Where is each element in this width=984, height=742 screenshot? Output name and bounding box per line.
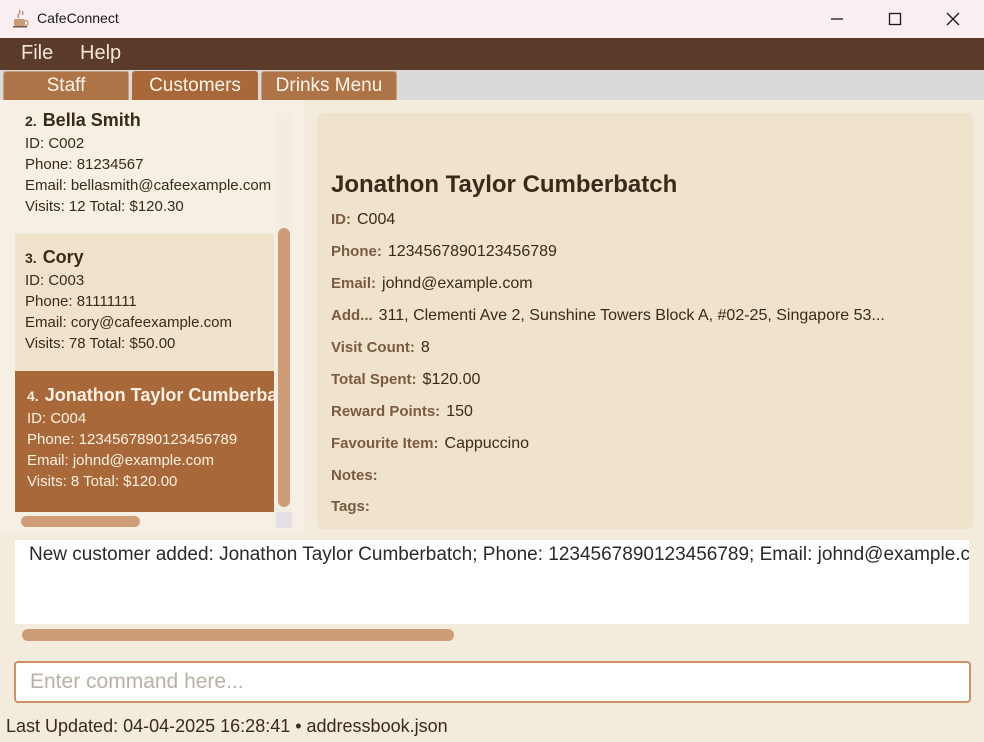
- list-item-visits-total: Visits: 12 Total: $120.30: [25, 198, 184, 215]
- window-title: CafeConnect: [37, 10, 119, 26]
- list-item[interactable]: 2. Bella Smith ID: C002 Phone: 81234567 E…: [15, 100, 274, 233]
- result-horizontal-scroll-thumb[interactable]: [22, 629, 454, 641]
- detail-value: 311, Clementi Ave 2, Sunshine Towers Blo…: [378, 307, 885, 324]
- menu-file[interactable]: File: [21, 42, 53, 65]
- detail-value: 8: [420, 339, 430, 356]
- customer-detail-panel: Jonathon Taylor Cumberbatch ID: C004 Phon…: [317, 113, 973, 529]
- detail-label: Phone:: [331, 243, 382, 260]
- detail-label: Visit Count:: [331, 339, 415, 356]
- detail-value: C004: [357, 211, 396, 228]
- tab-bar: Staff Customers Drinks Menu: [0, 70, 984, 100]
- list-vertical-scroll-thumb[interactable]: [278, 228, 290, 507]
- list-item-email: Email: bellasmith@cafeexample.com: [25, 177, 272, 194]
- detail-row-favourite-item: Favourite Item: Cappuccino: [331, 435, 961, 453]
- tab-customers[interactable]: Customers: [132, 71, 258, 100]
- list-item-title: 3. Cory: [25, 247, 274, 268]
- close-button[interactable]: [924, 0, 982, 38]
- detail-value: 1234567890123456789: [387, 243, 557, 260]
- minimize-button[interactable]: [808, 0, 866, 38]
- list-item-id: ID: C002: [25, 135, 85, 152]
- detail-row-reward-points: Reward Points: 150: [331, 403, 961, 421]
- command-input[interactable]: [14, 661, 971, 703]
- detail-row-address: Add... 311, Clementi Ave 2, Sunshine Towe…: [331, 307, 961, 325]
- detail-label: Email:: [331, 275, 377, 292]
- list-item-id: ID: C004: [27, 410, 87, 427]
- list-item-selected[interactable]: 4. Jonathon Taylor Cumberbatch ID: C004 P…: [15, 371, 274, 512]
- maximize-icon: [888, 12, 902, 26]
- detail-row-visit-count: Visit Count: 8: [331, 339, 961, 357]
- detail-label: Total Spent:: [331, 371, 417, 388]
- detail-name: Jonathon Taylor Cumberbatch: [331, 171, 678, 198]
- tab-drinks-menu[interactable]: Drinks Menu: [261, 71, 397, 100]
- detail-value: $120.00: [422, 371, 481, 388]
- detail-value: 150: [446, 403, 473, 420]
- list-item-phone: Phone: 1234567890123456789: [27, 431, 238, 448]
- close-icon: [946, 12, 960, 26]
- list-item-email: Email: johnd@example.com: [27, 452, 214, 469]
- list-item-phone: Phone: 81234567: [25, 156, 144, 173]
- result-display[interactable]: New customer added: Jonathon Taylor Cumb…: [15, 540, 969, 624]
- list-item-index: 3.: [25, 250, 37, 266]
- list-item-visits-total: Visits: 78 Total: $50.00: [25, 335, 176, 352]
- title-bar: CafeConnect: [0, 0, 984, 38]
- detail-value: Cappuccino: [444, 435, 530, 452]
- list-item-name: Bella Smith: [42, 110, 141, 130]
- list-item-phone: Phone: 81111111: [25, 293, 137, 310]
- detail-row-phone: Phone: 1234567890123456789: [331, 243, 961, 261]
- scroll-corner: [276, 512, 292, 528]
- detail-label: ID:: [331, 211, 351, 228]
- result-message: New customer added: Jonathon Taylor Cumb…: [29, 544, 969, 565]
- detail-label: Add...: [331, 307, 373, 324]
- list-item-title: 4. Jonathon Taylor Cumberbatch: [27, 385, 274, 406]
- maximize-button[interactable]: [866, 0, 924, 38]
- detail-label: Reward Points:: [331, 403, 441, 420]
- menu-help[interactable]: Help: [80, 42, 121, 65]
- list-item-email: Email: cory@cafeexample.com: [25, 314, 232, 331]
- detail-label: Notes:: [331, 467, 378, 484]
- detail-row-id: ID: C004: [331, 211, 961, 229]
- list-item-id: ID: C003: [25, 272, 85, 289]
- tab-staff[interactable]: Staff: [3, 71, 129, 100]
- detail-label: Tags:: [331, 498, 370, 515]
- customer-list[interactable]: 2. Bella Smith ID: C002 Phone: 81234567 E…: [15, 100, 274, 512]
- status-bar: Last Updated: 04-04-2025 16:28:41 • addr…: [6, 716, 448, 736]
- list-horizontal-scroll-thumb[interactable]: [21, 516, 140, 527]
- list-item-name: Cory: [42, 247, 84, 267]
- menu-bar: File Help: [0, 38, 984, 70]
- detail-value: johnd@example.com: [382, 275, 533, 292]
- list-item-index: 2.: [25, 113, 37, 129]
- list-item[interactable]: 3. Cory ID: C003 Phone: 81111111 Email: c…: [15, 234, 274, 371]
- list-item-name: Jonathon Taylor Cumberbatch: [44, 385, 274, 405]
- list-item-index: 4.: [27, 388, 39, 404]
- detail-row-tags: Tags:: [331, 498, 961, 516]
- detail-row-notes: Notes:: [331, 467, 961, 485]
- detail-row-total-spent: Total Spent: $120.00: [331, 371, 961, 389]
- list-item-visits-total: Visits: 8 Total: $120.00: [27, 473, 178, 490]
- detail-label: Favourite Item:: [331, 435, 439, 452]
- minimize-icon: [831, 18, 843, 20]
- list-item-title: 2. Bella Smith: [25, 110, 274, 131]
- detail-row-email: Email: johnd@example.com: [331, 275, 961, 293]
- coffee-cup-icon: [12, 9, 30, 29]
